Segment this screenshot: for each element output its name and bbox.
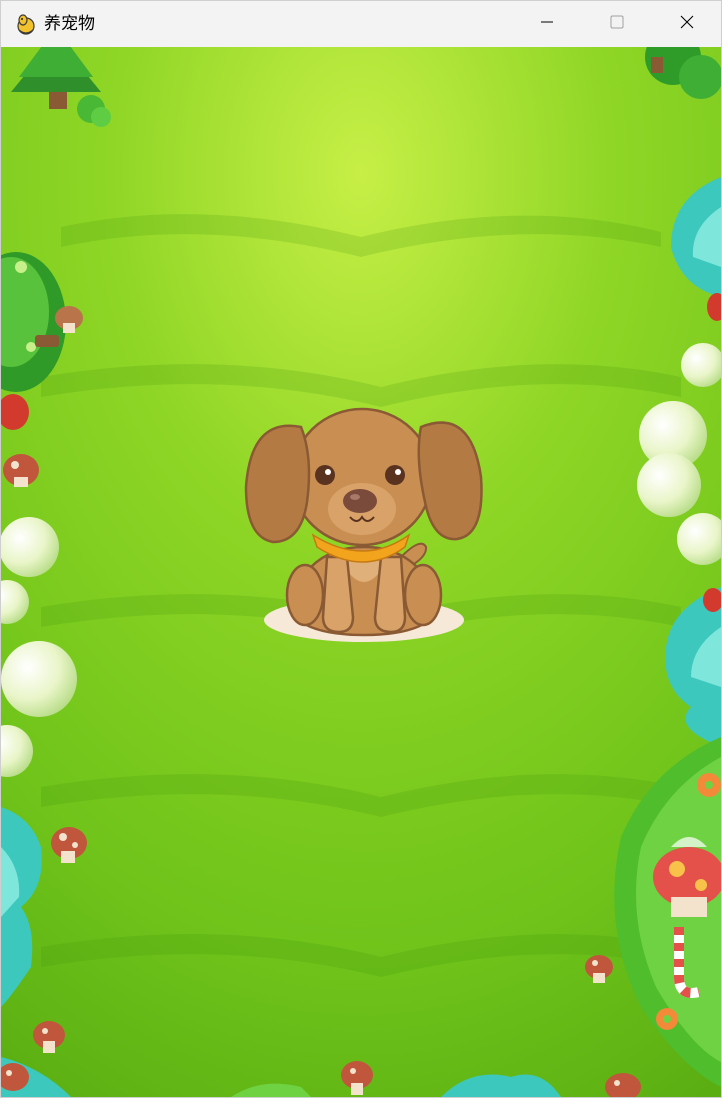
close-button[interactable] (652, 1, 721, 47)
minimize-icon (539, 14, 555, 34)
pygame-snake-icon (14, 12, 38, 36)
minimize-button[interactable] (512, 1, 582, 47)
title-bar[interactable]: 养宠物 (1, 1, 721, 47)
maximize-icon (609, 14, 625, 34)
app-window: 养宠物 (0, 0, 722, 1098)
window-title: 养宠物 (44, 14, 95, 34)
maximize-button[interactable] (582, 1, 652, 47)
close-icon (679, 14, 695, 34)
game-canvas[interactable] (1, 47, 721, 1097)
